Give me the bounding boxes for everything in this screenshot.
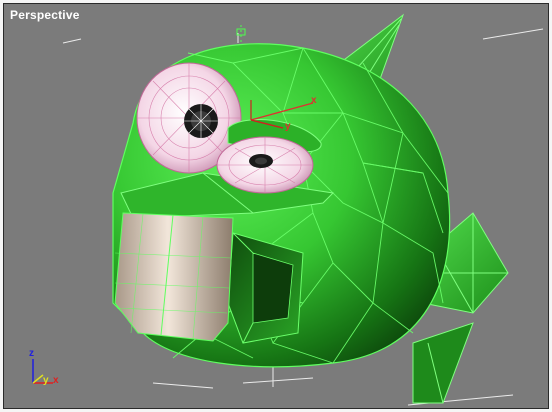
axis-tripod: z y x: [29, 348, 59, 386]
gizmo-x-label: x: [311, 95, 317, 106]
gizmo-y-label: y: [285, 121, 291, 132]
tripod-x-label: x: [53, 375, 59, 386]
ventral-fin[interactable]: [412, 322, 474, 404]
perspective-viewport[interactable]: Perspective x y z y x: [0, 0, 552, 412]
right-eye[interactable]: [216, 136, 314, 194]
mouth[interactable]: [227, 232, 304, 344]
teeth[interactable]: [114, 212, 234, 342]
tripod-z-label: z: [29, 348, 34, 359]
tripod-y-label: y: [43, 375, 49, 386]
scene-canvas[interactable]: x y z y x: [3, 3, 549, 409]
